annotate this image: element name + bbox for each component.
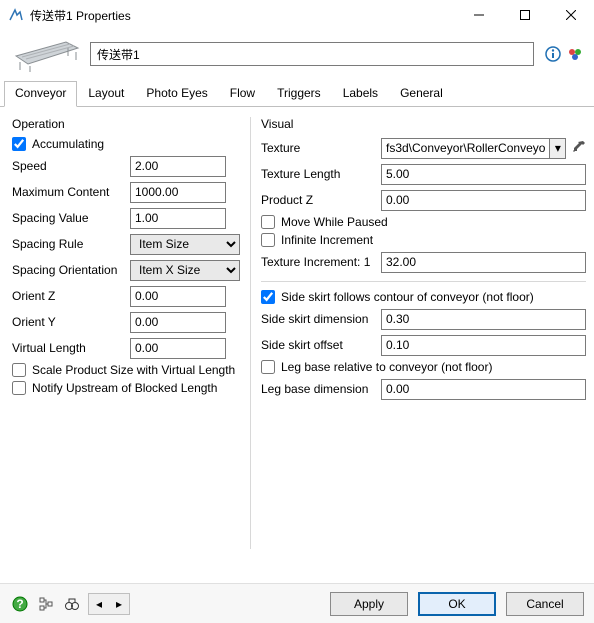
nav-prev-button[interactable]: ◂ bbox=[89, 594, 109, 614]
conveyor-icon bbox=[10, 36, 80, 72]
cancel-button[interactable]: Cancel bbox=[506, 592, 584, 616]
tab-flow[interactable]: Flow bbox=[219, 81, 266, 107]
ok-button[interactable]: OK bbox=[418, 592, 496, 616]
maxcontent-label: Maximum Content bbox=[12, 185, 130, 199]
orienty-label: Orient Y bbox=[12, 315, 130, 329]
color-icon[interactable] bbox=[566, 45, 584, 63]
skirtoff-input[interactable] bbox=[381, 335, 586, 356]
texture-label: Texture bbox=[261, 141, 381, 155]
tab-layout[interactable]: Layout bbox=[77, 81, 135, 107]
titlebar: 传送带1 Properties bbox=[0, 0, 594, 30]
app-icon bbox=[8, 7, 24, 23]
tab-conveyor[interactable]: Conveyor bbox=[4, 81, 77, 107]
svg-text:?: ? bbox=[16, 597, 23, 611]
orienty-input[interactable] bbox=[130, 312, 226, 333]
tab-body: Operation Accumulating Speed Maximum Con… bbox=[0, 107, 594, 557]
sideskirt-label: Side skirt follows contour of conveyor (… bbox=[281, 290, 534, 304]
accumulating-label: Accumulating bbox=[32, 137, 104, 151]
virtuallen-label: Virtual Length bbox=[12, 341, 130, 355]
legdim-input[interactable] bbox=[381, 379, 586, 400]
minimize-button[interactable] bbox=[456, 0, 502, 30]
object-name-input[interactable] bbox=[90, 42, 534, 66]
object-header bbox=[0, 30, 594, 80]
spacingrule-select[interactable]: Item Size bbox=[130, 234, 240, 255]
maximize-button[interactable] bbox=[502, 0, 548, 30]
movepaused-label: Move While Paused bbox=[281, 215, 388, 229]
orientz-input[interactable] bbox=[130, 286, 226, 307]
info-icon[interactable] bbox=[544, 45, 562, 63]
footer: ? ◂ ▸ Apply OK Cancel bbox=[0, 583, 594, 623]
skirtdim-label: Side skirt dimension bbox=[261, 312, 381, 326]
tab-general[interactable]: General bbox=[389, 81, 454, 107]
nav-group: ◂ ▸ bbox=[88, 593, 130, 615]
help-icon[interactable]: ? bbox=[10, 594, 30, 614]
operation-title: Operation bbox=[12, 117, 240, 131]
spacingvalue-label: Spacing Value bbox=[12, 211, 130, 225]
spacingrule-label: Spacing Rule bbox=[12, 237, 130, 251]
texincr-label: Texture Increment: 1 bbox=[261, 255, 381, 269]
accumulating-checkbox[interactable] bbox=[12, 137, 26, 151]
tab-bar: Conveyor Layout Photo Eyes Flow Triggers… bbox=[0, 80, 594, 107]
sideskirt-checkbox[interactable] bbox=[261, 290, 275, 304]
scale-checkbox[interactable] bbox=[12, 363, 26, 377]
spacingorient-label: Spacing Orientation bbox=[12, 263, 130, 277]
tree-icon[interactable] bbox=[36, 594, 56, 614]
legrel-label: Leg base relative to conveyor (not floor… bbox=[281, 360, 492, 374]
maxcontent-input[interactable] bbox=[130, 182, 226, 203]
visual-title: Visual bbox=[261, 117, 586, 131]
apply-button[interactable]: Apply bbox=[330, 592, 408, 616]
tab-labels[interactable]: Labels bbox=[332, 81, 389, 107]
prodz-label: Product Z bbox=[261, 193, 381, 207]
infincr-label: Infinite Increment bbox=[281, 233, 373, 247]
visual-group: Visual Texture fs3d\Conveyor\RollerConve… bbox=[251, 117, 586, 549]
nav-next-button[interactable]: ▸ bbox=[109, 594, 129, 614]
skirtoff-label: Side skirt offset bbox=[261, 338, 381, 352]
orientz-label: Orient Z bbox=[12, 289, 130, 303]
tab-triggers[interactable]: Triggers bbox=[266, 81, 332, 107]
infincr-checkbox[interactable] bbox=[261, 233, 275, 247]
eyedropper-icon[interactable] bbox=[572, 140, 586, 157]
close-button[interactable] bbox=[548, 0, 594, 30]
scale-label: Scale Product Size with Virtual Length bbox=[32, 363, 235, 377]
tab-photoeyes[interactable]: Photo Eyes bbox=[135, 81, 218, 107]
texlen-label: Texture Length bbox=[261, 167, 381, 181]
window-title: 传送带1 Properties bbox=[30, 7, 456, 24]
movepaused-checkbox[interactable] bbox=[261, 215, 275, 229]
texlen-input[interactable] bbox=[381, 164, 586, 185]
texture-dropdown-icon[interactable]: ▾ bbox=[550, 138, 566, 159]
texincr-input[interactable] bbox=[381, 252, 586, 273]
legrel-checkbox[interactable] bbox=[261, 360, 275, 374]
binoculars-icon[interactable] bbox=[62, 594, 82, 614]
notify-label: Notify Upstream of Blocked Length bbox=[32, 381, 217, 395]
spacingvalue-input[interactable] bbox=[130, 208, 226, 229]
skirtdim-input[interactable] bbox=[381, 309, 586, 330]
operation-group: Operation Accumulating Speed Maximum Con… bbox=[12, 117, 251, 549]
divider bbox=[261, 281, 586, 282]
prodz-input[interactable] bbox=[381, 190, 586, 211]
texture-select[interactable]: fs3d\Conveyor\RollerConveyo bbox=[381, 138, 550, 159]
spacingorient-select[interactable]: Item X Size bbox=[130, 260, 240, 281]
speed-input[interactable] bbox=[130, 156, 226, 177]
speed-label: Speed bbox=[12, 159, 130, 173]
virtuallen-input[interactable] bbox=[130, 338, 226, 359]
notify-checkbox[interactable] bbox=[12, 381, 26, 395]
legdim-label: Leg base dimension bbox=[261, 382, 381, 396]
